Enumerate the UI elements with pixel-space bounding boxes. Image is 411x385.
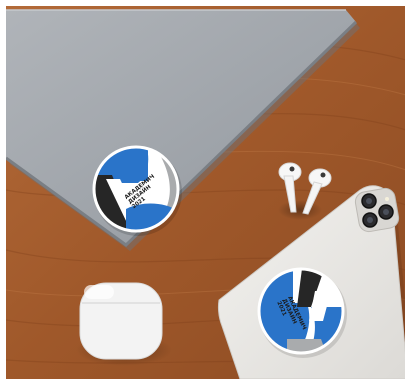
photo: АКАДЕМИЧ ДИЗАЙН 2021 АКАДЕМИЧ ДИЗАЙН 202… [0, 0, 411, 385]
charging-case [76, 282, 172, 366]
photo-scene: АКАДЕМИЧ ДИЗАЙН 2021 АКАДЕМИЧ ДИЗАЙН 202… [0, 0, 411, 385]
phone-camera [354, 187, 400, 233]
